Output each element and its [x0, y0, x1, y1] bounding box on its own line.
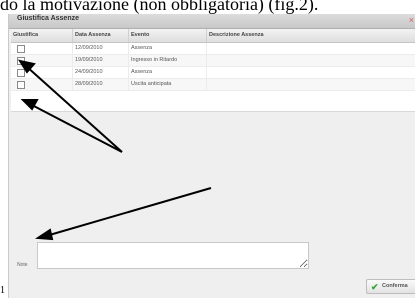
dialog-title-bar: Giustifica Assenze ×: [9, 14, 415, 29]
table-header: Giustifica Data Assenza Evento Descrizio…: [11, 29, 415, 43]
cell-data: 24/09/2010: [73, 67, 129, 78]
close-icon[interactable]: ×: [409, 15, 414, 26]
justify-checkbox[interactable]: [17, 69, 25, 77]
figure-number: 1: [0, 285, 5, 296]
check-icon: ✔: [371, 282, 379, 292]
cell-descrizione: [207, 67, 415, 78]
column-header-giustifica[interactable]: Giustifica: [11, 29, 73, 42]
cell-evento: Assenza: [129, 43, 207, 54]
column-header-descrizione[interactable]: Descrizione Assenza: [207, 29, 415, 42]
table-row[interactable]: 24/09/2010 Assenza: [11, 67, 415, 79]
cell-giustifica: [11, 67, 73, 78]
justify-checkbox[interactable]: [17, 57, 25, 65]
cell-data: 19/09/2010: [73, 55, 129, 66]
column-header-evento[interactable]: Evento: [129, 29, 207, 42]
page: do la motivazione (non obbligatoria) (fi…: [0, 0, 415, 298]
cell-evento: Assenza: [129, 67, 207, 78]
justify-checkbox[interactable]: [17, 45, 25, 53]
cell-data: 28/09/2010: [73, 79, 129, 90]
column-header-data-assenza[interactable]: Data Assenza: [73, 29, 129, 42]
cell-data: 12/09/2010: [73, 43, 129, 54]
cell-evento: Ingresso in Ritardo: [129, 55, 207, 66]
table-row[interactable]: 28/09/2010 Uscita anticipata: [11, 79, 415, 91]
justify-checkbox[interactable]: [17, 81, 25, 89]
cell-evento: Uscita anticipata: [129, 79, 207, 90]
cell-descrizione: [207, 55, 415, 66]
document-caption: do la motivazione (non obbligatoria) (fi…: [0, 0, 319, 14]
absences-table: Giustifica Data Assenza Evento Descrizio…: [11, 29, 415, 112]
cell-giustifica: [11, 79, 73, 90]
cell-giustifica: [11, 43, 73, 54]
confirm-button-label: Conferma: [382, 283, 408, 289]
note-field[interactable]: [37, 242, 309, 269]
cell-giustifica: [11, 55, 73, 66]
dialog-title: Giustifica Assenze: [17, 15, 79, 22]
confirm-button[interactable]: ✔ Conferma: [366, 279, 415, 294]
note-label: Note: [17, 262, 28, 268]
cell-descrizione: [207, 79, 415, 90]
table-row[interactable]: 19/09/2010 Ingresso in Ritardo: [11, 55, 415, 67]
cell-descrizione: [207, 43, 415, 54]
table-row[interactable]: 12/09/2010 Assenza: [11, 43, 415, 55]
